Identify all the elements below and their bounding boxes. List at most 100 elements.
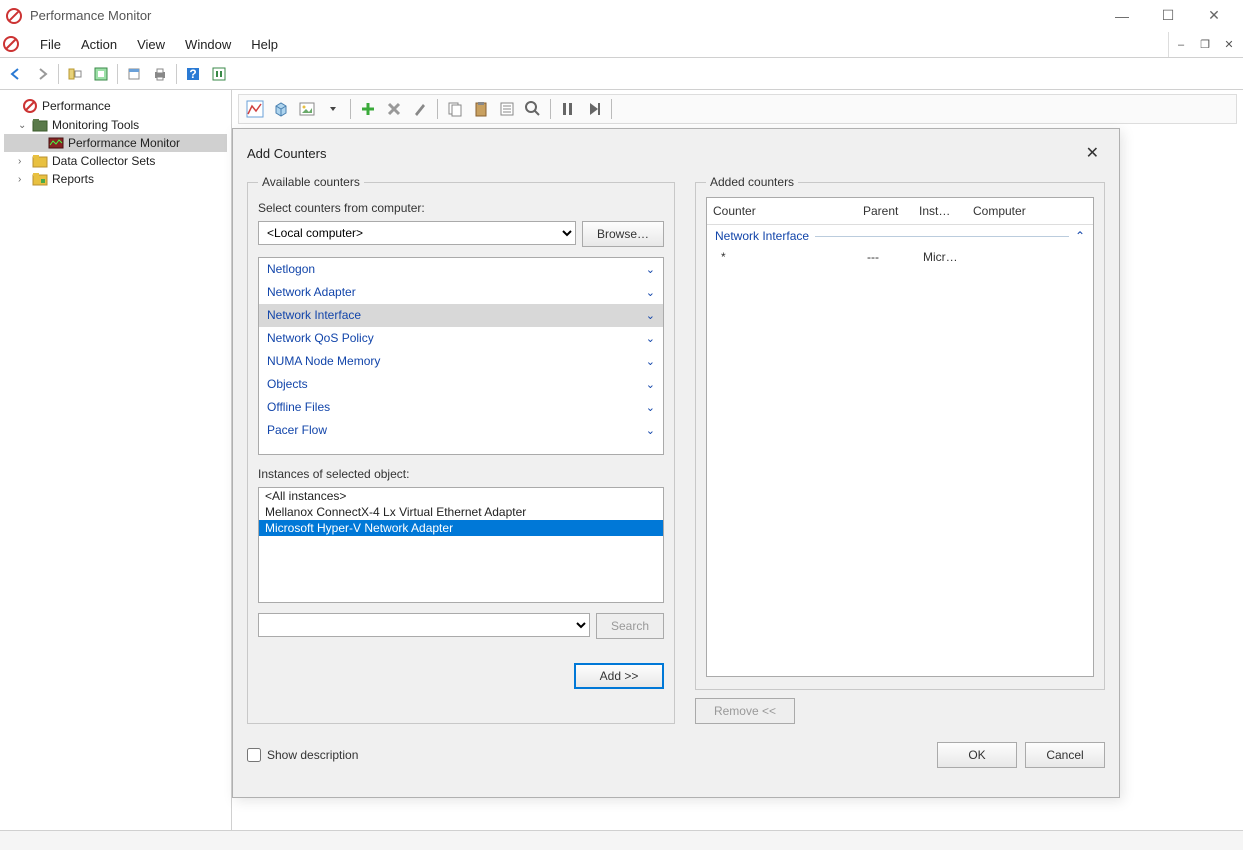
menu-help[interactable]: Help xyxy=(241,33,288,56)
toolbar-separator xyxy=(176,64,177,84)
counter-category-list[interactable]: Netlogon⌄ Network Adapter⌄ Network Inter… xyxy=(258,257,664,455)
menu-file[interactable]: File xyxy=(30,33,71,56)
update-button[interactable] xyxy=(582,97,606,121)
counter-item[interactable]: Offline Files⌄ xyxy=(259,396,663,419)
mdi-close-button[interactable]: ✕ xyxy=(1218,36,1240,54)
tree-performance-monitor[interactable]: Performance Monitor xyxy=(4,134,227,152)
expand-icon: ⌄ xyxy=(18,120,32,131)
chevron-down-icon: ⌄ xyxy=(646,309,655,322)
toolbar-button-last[interactable] xyxy=(207,62,231,86)
search-button[interactable]: Search xyxy=(596,613,664,639)
counter-item[interactable]: NUMA Node Memory⌄ xyxy=(259,350,663,373)
maximize-button[interactable]: ☐ xyxy=(1145,1,1191,31)
forward-button[interactable] xyxy=(30,62,54,86)
chevron-down-icon: ⌄ xyxy=(646,286,655,299)
toolbar-separator xyxy=(117,64,118,84)
toolbar-separator xyxy=(350,99,351,119)
col-instance[interactable]: Inst… xyxy=(919,204,973,218)
zoom-button[interactable] xyxy=(521,97,545,121)
mdi-restore-button[interactable]: ❐ xyxy=(1194,36,1216,54)
chevron-down-icon: ⌄ xyxy=(646,424,655,437)
show-description-input[interactable] xyxy=(247,748,261,762)
freeze-button[interactable] xyxy=(556,97,580,121)
available-counters-group: Available counters Select counters from … xyxy=(247,175,675,724)
counter-item[interactable]: Network Adapter⌄ xyxy=(259,281,663,304)
instance-item[interactable]: Mellanox ConnectX-4 Lx Virtual Ethernet … xyxy=(259,504,663,520)
tree-root[interactable]: Performance xyxy=(4,96,227,116)
back-button[interactable] xyxy=(4,62,28,86)
toolbar-separator xyxy=(611,99,612,119)
tree-node-label: Performance Monitor xyxy=(68,136,180,150)
added-counter-row[interactable]: * --- Micr… xyxy=(707,247,1093,267)
counter-item-selected[interactable]: Network Interface⌄ xyxy=(259,304,663,327)
chevron-down-icon: ⌄ xyxy=(646,332,655,345)
search-combo[interactable] xyxy=(258,613,590,637)
close-button[interactable]: ✕ xyxy=(1191,1,1237,31)
counter-item[interactable]: Network QoS Policy⌄ xyxy=(259,327,663,350)
instance-item-selected[interactable]: Microsoft Hyper-V Network Adapter xyxy=(259,520,663,536)
folder-icon xyxy=(32,172,48,186)
select-from-label: Select counters from computer: xyxy=(258,201,664,215)
monitor-icon xyxy=(48,136,64,150)
added-group-row[interactable]: Network Interface ⌃ xyxy=(707,225,1093,247)
app-icon xyxy=(6,8,22,24)
help-button[interactable]: ? xyxy=(181,62,205,86)
navigation-tree: Performance ⌄ Monitoring Tools Performan… xyxy=(0,90,232,830)
print-button[interactable] xyxy=(148,62,172,86)
mdi-minimize-button[interactable]: – xyxy=(1170,36,1192,54)
tree-data-collector-sets[interactable]: › Data Collector Sets xyxy=(4,152,227,170)
toolbar-separator xyxy=(58,64,59,84)
col-computer[interactable]: Computer xyxy=(973,204,1087,218)
new-window-button[interactable] xyxy=(122,62,146,86)
paste-button[interactable] xyxy=(469,97,493,121)
cancel-button[interactable]: Cancel xyxy=(1025,742,1105,768)
add-button[interactable]: Add >> xyxy=(574,663,664,689)
counter-item[interactable]: Netlogon⌄ xyxy=(259,258,663,281)
col-parent[interactable]: Parent xyxy=(863,204,919,218)
dialog-title: Add Counters xyxy=(247,146,327,161)
group-line xyxy=(815,236,1069,237)
chart-view-button[interactable] xyxy=(243,97,267,121)
main-toolbar: ? xyxy=(0,58,1243,90)
computer-select[interactable]: <Local computer> xyxy=(258,221,576,245)
instances-list[interactable]: <All instances> Mellanox ConnectX-4 Lx V… xyxy=(258,487,664,603)
folder-icon xyxy=(32,118,48,132)
minimize-button[interactable]: — xyxy=(1099,1,1145,31)
cell-counter: * xyxy=(721,250,867,264)
remove-button[interactable]: Remove << xyxy=(695,698,795,724)
show-hide-tree-button[interactable] xyxy=(63,62,87,86)
cell-computer xyxy=(977,250,1079,264)
tree-reports[interactable]: › Reports xyxy=(4,170,227,188)
toolbar-button-2[interactable] xyxy=(89,62,113,86)
add-counter-button[interactable] xyxy=(356,97,380,121)
tree-node-label: Data Collector Sets xyxy=(52,154,155,168)
counter-item[interactable]: Pacer Flow⌄ xyxy=(259,419,663,442)
delete-button[interactable] xyxy=(382,97,406,121)
highlight-button[interactable] xyxy=(408,97,432,121)
menubar: File Action View Window Help – ❐ ✕ xyxy=(0,32,1243,58)
chevron-down-icon: ⌄ xyxy=(646,378,655,391)
menu-window[interactable]: Window xyxy=(175,33,241,56)
available-counters-legend: Available counters xyxy=(258,175,364,189)
instance-item[interactable]: <All instances> xyxy=(259,488,663,504)
status-bar xyxy=(0,830,1243,850)
show-description-checkbox[interactable]: Show description xyxy=(247,748,358,762)
expand-icon: › xyxy=(18,156,32,167)
added-counters-table: Counter Parent Inst… Computer Network In… xyxy=(706,197,1094,677)
dropdown-icon[interactable] xyxy=(321,97,345,121)
add-counters-dialog: Add Counters ✕ Available counters Select… xyxy=(232,128,1120,798)
ok-button[interactable]: OK xyxy=(937,742,1017,768)
col-counter[interactable]: Counter xyxy=(713,204,863,218)
tree-monitoring-tools[interactable]: ⌄ Monitoring Tools xyxy=(4,116,227,134)
browse-button[interactable]: Browse… xyxy=(582,221,664,247)
menu-view[interactable]: View xyxy=(127,33,175,56)
cube-button[interactable] xyxy=(269,97,293,121)
dialog-close-button[interactable]: ✕ xyxy=(1080,141,1105,165)
added-counters-legend: Added counters xyxy=(706,175,798,189)
image-button[interactable] xyxy=(295,97,319,121)
copy-button[interactable] xyxy=(443,97,467,121)
counter-item[interactable]: Objects⌄ xyxy=(259,373,663,396)
instances-label: Instances of selected object: xyxy=(258,467,664,481)
menu-action[interactable]: Action xyxy=(71,33,127,56)
properties-button[interactable] xyxy=(495,97,519,121)
